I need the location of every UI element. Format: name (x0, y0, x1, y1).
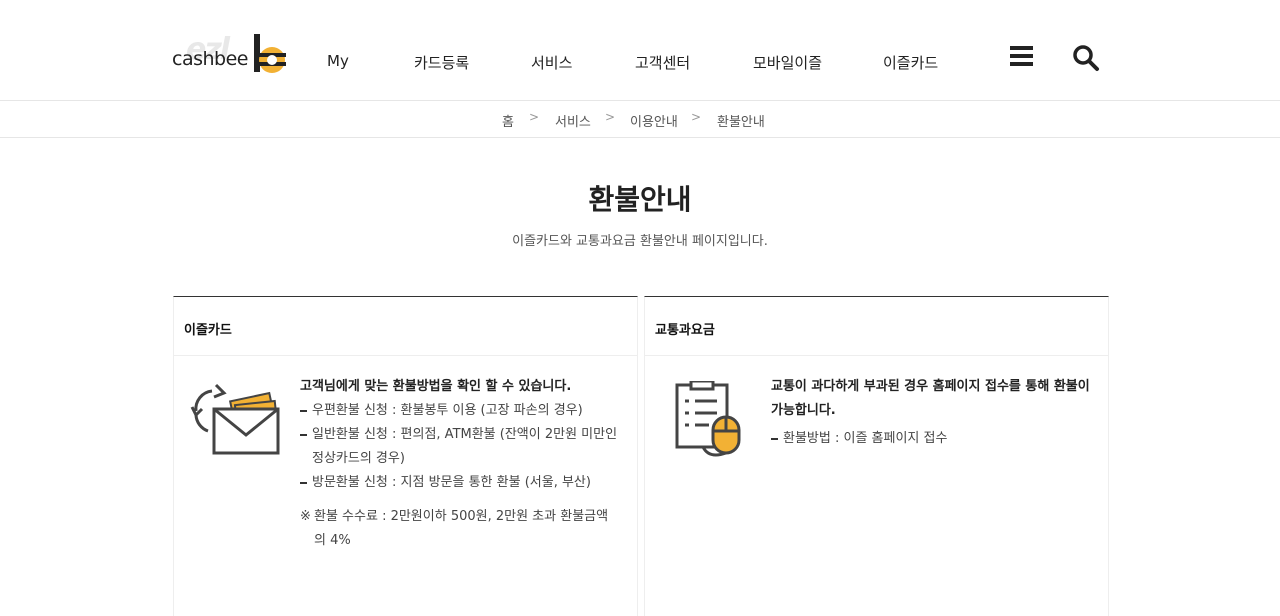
panel-heading: 이즐카드 (174, 297, 637, 356)
logo-b-mark (254, 34, 286, 73)
breadcrumb: 홈 > 서비스 > 이용안내 > 환불안내 (0, 101, 1280, 138)
list-item: 일반환불 신청 : 편의점, ATM환불 (잔액이 2만원 미만인 정상카드의 … (300, 423, 620, 471)
breadcrumb-service[interactable]: 서비스 (555, 111, 591, 130)
logo-text: cashbee (172, 48, 248, 70)
breadcrumb-home[interactable]: 홈 (502, 111, 514, 130)
ezl-card-panel: 이즐카드 고객님에게 맞는 환불방법을 확인 할 수 있습니다. 우편환불 신청… (173, 296, 638, 616)
nav-item-customer-center[interactable]: 고객센터 (635, 52, 690, 73)
document-mouse-icon (673, 379, 745, 465)
fee-note: ※ 환불 수수료 : 2만원이하 500원, 2만원 초과 환불금액의 4% (300, 505, 620, 553)
hamburger-icon[interactable] (1010, 45, 1034, 67)
nav-item-service[interactable]: 서비스 (531, 52, 572, 73)
list-item: 환불방법 : 이즐 홈페이지 접수 (771, 427, 1091, 451)
nav-item-my[interactable]: My (327, 52, 349, 70)
site-header: ezl cashbee My 카드등록 서비스 고객센터 모바일이즐 이즐카드 (0, 0, 1280, 101)
envelope-refund-icon (188, 383, 284, 463)
transit-overcharge-panel: 교통과요금 교통이 과다하게 부과된 경우 홈페이지 접수를 통해 환불이 가능… (644, 296, 1109, 616)
nav-item-ezl-card[interactable]: 이즐카드 (883, 52, 938, 73)
panel-heading: 교통과요금 (645, 297, 1108, 356)
page-subtitle: 이즐카드와 교통과요금 환불안내 페이지입니다. (512, 234, 768, 249)
panel-lead-text: 고객님에게 맞는 환불방법을 확인 할 수 있습니다. (300, 379, 572, 394)
list-item: 방문환불 신청 : 지점 방문을 통한 환불 (서울, 부산) (300, 471, 620, 495)
panel-lead-text: 교통이 과다하게 부과된 경우 홈페이지 접수를 통해 환불이 가능합니다. (771, 379, 1090, 418)
breadcrumb-separator: > (691, 110, 702, 124)
search-icon[interactable] (1072, 44, 1100, 72)
breadcrumb-separator: > (605, 110, 616, 124)
breadcrumb-refund-guide[interactable]: 환불안내 (717, 111, 765, 130)
breadcrumb-separator: > (529, 110, 540, 124)
note-mark: ※ (300, 509, 311, 524)
cashbee-logo[interactable]: ezl cashbee (172, 32, 288, 76)
nav-item-mobile-ezl[interactable]: 모바일이즐 (753, 52, 822, 73)
list-item: 우편환불 신청 : 환불봉투 이용 (고장 파손의 경우) (300, 399, 620, 423)
breadcrumb-usage-guide[interactable]: 이용안내 (630, 111, 678, 130)
page-title: 환불안내 (588, 183, 692, 216)
panel-body: 고객님에게 맞는 환불방법을 확인 할 수 있습니다. 우편환불 신청 : 환불… (300, 375, 620, 553)
fee-note-text: 환불 수수료 : 2만원이하 500원, 2만원 초과 환불금액의 4% (314, 509, 609, 548)
nav-item-card-register[interactable]: 카드등록 (414, 52, 469, 73)
panel-body: 교통이 과다하게 부과된 경우 홈페이지 접수를 통해 환불이 가능합니다. 환… (771, 375, 1091, 451)
